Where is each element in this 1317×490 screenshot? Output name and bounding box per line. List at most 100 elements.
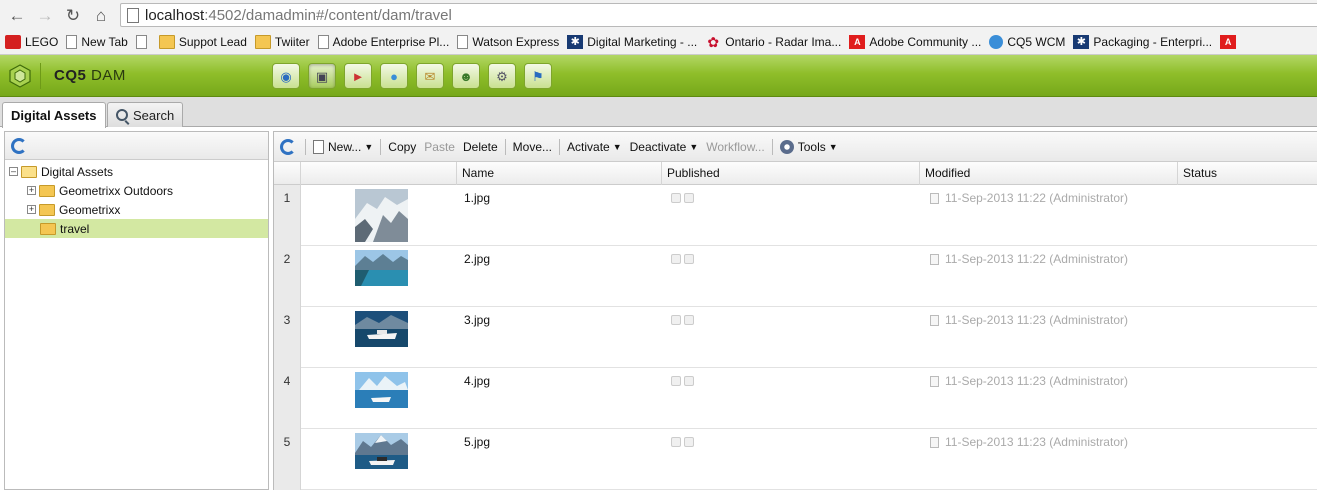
- address-bar[interactable]: localhost:4502/damadmin#/content/dam/tra…: [120, 3, 1317, 27]
- bookmark-untitled[interactable]: [135, 35, 151, 49]
- tagging-nav-button[interactable]: ⚑: [524, 63, 552, 89]
- bookmark-cq5-wcm[interactable]: CQ5 WCM: [989, 35, 1065, 49]
- page-icon: [457, 35, 469, 49]
- deactivate-button[interactable]: Deactivate ▼: [626, 140, 703, 154]
- bookmark-adobe-community[interactable]: A Adobe Community ...: [849, 35, 981, 49]
- tag-icon: ⚑: [532, 68, 544, 84]
- home-icon[interactable]: ⌂: [90, 4, 112, 26]
- tree-node-geometrixx[interactable]: + Geometrixx: [5, 200, 268, 219]
- brand-name: CQ5: [54, 67, 87, 84]
- expand-icon[interactable]: +: [27, 205, 36, 214]
- caret-down-icon: ▼: [612, 141, 622, 152]
- header-name[interactable]: Name: [457, 162, 662, 185]
- table-row[interactable]: 3 3.jpg 11-Sep-2013 11:23 (Administrator…: [274, 307, 1317, 368]
- delete-button[interactable]: Delete: [459, 140, 502, 154]
- header-status[interactable]: Status: [1178, 162, 1317, 185]
- bookmark-label: Digital Marketing - ...: [587, 35, 698, 49]
- modified-info: 11-Sep-2013 11:23 (Administrator): [930, 313, 1128, 327]
- collapse-icon[interactable]: –: [9, 167, 18, 176]
- bookmark-label: Watson Express: [472, 35, 560, 49]
- modified-text: 11-Sep-2013 11:22 (Administrator): [945, 191, 1128, 205]
- row-number: 2: [274, 246, 301, 307]
- forward-arrow-icon[interactable]: →: [34, 4, 56, 26]
- tree-node-geometrixx-outdoors[interactable]: + Geometrixx Outdoors: [5, 181, 268, 200]
- modified-info: 11-Sep-2013 11:23 (Administrator): [930, 435, 1128, 449]
- tab-search[interactable]: Search: [107, 102, 184, 127]
- file-name[interactable]: 3.jpg: [464, 313, 490, 327]
- bookmark-label: Adobe Enterprise Pl...: [332, 35, 450, 49]
- activate-button[interactable]: Activate ▼: [563, 140, 626, 154]
- bookmark-adobe-enterprise[interactable]: Adobe Enterprise Pl...: [317, 35, 450, 49]
- file-name[interactable]: 1.jpg: [464, 191, 490, 205]
- bookmark-digital-marketing[interactable]: ✱ Digital Marketing - ...: [567, 35, 697, 49]
- move-button[interactable]: Move...: [509, 140, 556, 154]
- bookmark-suppot-lead[interactable]: Suppot Lead: [158, 35, 247, 49]
- published-indicator: [671, 315, 681, 325]
- bookmark-twiiter[interactable]: Twiiter: [254, 35, 310, 49]
- tools-nav-button[interactable]: ⚙: [488, 63, 516, 89]
- websites-nav-button[interactable]: ◉: [272, 63, 300, 89]
- table-row[interactable]: 2 2.jpg 11-Sep-2013 11:22 (Administrator…: [274, 246, 1317, 307]
- bookmark-ontario-radar[interactable]: ✿ Ontario - Radar Ima...: [705, 35, 841, 49]
- file-name[interactable]: 5.jpg: [464, 435, 490, 449]
- published-status: [671, 376, 697, 386]
- globe-icon: ◉: [280, 68, 292, 84]
- header-row-number: [274, 162, 301, 185]
- file-name[interactable]: 2.jpg: [464, 252, 490, 266]
- tree-node-root[interactable]: – Digital Assets: [5, 162, 268, 181]
- published-indicator: [684, 254, 694, 264]
- document-icon: [930, 192, 939, 204]
- table-row[interactable]: 5 5.jpg 11-Sep-2013 11:23 (Administrator…: [274, 429, 1317, 490]
- bookmark-label: Suppot Lead: [178, 35, 247, 49]
- paste-button[interactable]: Paste: [420, 140, 459, 154]
- published-status: [671, 315, 697, 325]
- assets-grid-panel: New... ▼ Copy Paste Delete Move... Activa…: [273, 131, 1317, 490]
- folder-icon: [158, 35, 175, 49]
- reload-icon[interactable]: ↻: [62, 4, 84, 26]
- community-nav-button[interactable]: ●: [380, 63, 408, 89]
- tools-button[interactable]: Tools ▼: [776, 139, 842, 154]
- inbox-nav-button[interactable]: ✉: [416, 63, 444, 89]
- caret-down-icon: ▼: [828, 141, 838, 152]
- bookmark-adobe[interactable]: A: [1220, 35, 1240, 49]
- cq5-header: CQ5 DAM ◉ ▣ ► ● ✉ ☻ ⚙ ⚑: [0, 55, 1317, 97]
- document-icon: [930, 375, 939, 387]
- new-button[interactable]: New... ▼: [309, 139, 377, 154]
- page-icon: [317, 35, 329, 49]
- expand-icon[interactable]: +: [27, 186, 36, 195]
- bookmark-label: New Tab: [81, 35, 128, 49]
- tab-label: Digital Assets: [11, 108, 97, 123]
- grid-header: Name Published Modified Status: [274, 162, 1317, 185]
- users-nav-button[interactable]: ☻: [452, 63, 480, 89]
- table-row[interactable]: 4 4.jpg 11-Sep-2013 11:23 (Administrator…: [274, 368, 1317, 429]
- bookmark-lego[interactable]: LEGO: [5, 35, 58, 49]
- refresh-icon[interactable]: [11, 137, 27, 154]
- adobe-icon: A: [849, 35, 866, 49]
- toolbar-separator: [559, 138, 561, 155]
- workflow-button[interactable]: Workflow...: [702, 140, 768, 154]
- back-arrow-icon[interactable]: ←: [6, 4, 28, 26]
- bookmark-packaging[interactable]: ✱ Packaging - Enterpri...: [1073, 35, 1212, 49]
- tab-digital-assets[interactable]: Digital Assets: [2, 102, 106, 128]
- cq5-nav: ◉ ▣ ► ● ✉ ☻ ⚙ ⚑: [272, 63, 560, 89]
- campaigns-nav-button[interactable]: ►: [344, 63, 372, 89]
- tree-node-travel[interactable]: travel: [5, 219, 268, 238]
- refresh-icon[interactable]: [280, 138, 296, 155]
- bookmark-new-tab[interactable]: New Tab: [66, 35, 128, 49]
- header-published[interactable]: Published: [662, 162, 920, 185]
- cq5-logo-icon: [9, 64, 31, 88]
- published-indicator: [684, 193, 694, 203]
- bookmark-watson-express[interactable]: Watson Express: [457, 35, 559, 49]
- lego-icon: [5, 35, 21, 49]
- published-indicator: [671, 254, 681, 264]
- header-modified[interactable]: Modified: [920, 162, 1178, 185]
- bookmark-label: Packaging - Enterpri...: [1093, 35, 1213, 49]
- speech-bubble-icon: ●: [390, 68, 398, 84]
- digital-assets-nav-button[interactable]: ▣: [308, 63, 336, 89]
- star-icon: ✱: [567, 35, 584, 49]
- users-icon: ☻: [459, 68, 473, 84]
- file-name[interactable]: 4.jpg: [464, 374, 490, 388]
- table-row[interactable]: 1 1.jpg 11-Sep-2013 11:22 (Administrator…: [274, 185, 1317, 246]
- copy-button[interactable]: Copy: [384, 140, 420, 154]
- published-indicator: [671, 193, 681, 203]
